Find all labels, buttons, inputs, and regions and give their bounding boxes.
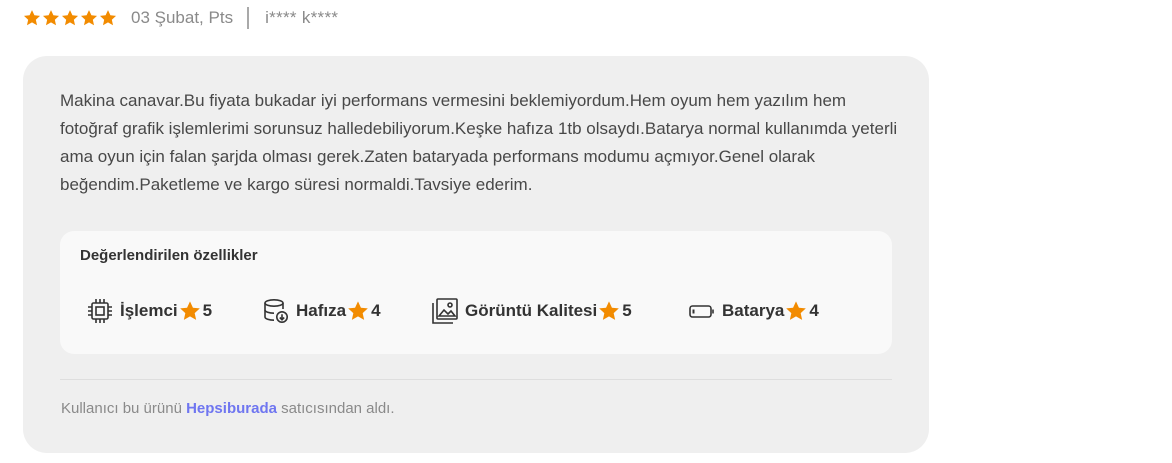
feature-label: Görüntü Kalitesi: [465, 301, 598, 320]
review-card: Makina canavar.Bu fiyata bukadar iyi per…: [23, 56, 929, 453]
feature-score: 5: [202, 301, 213, 320]
star-icon: [348, 301, 368, 320]
rated-features-panel: Değerlendirilen özellikler İşlemci 5 Haf…: [60, 231, 892, 354]
cpu-icon: [88, 299, 112, 323]
rated-features-title: Değerlendirilen özellikler: [80, 247, 258, 264]
feature-score: 4: [371, 301, 381, 320]
star-icon: [42, 10, 60, 26]
seller-link[interactable]: Hepsiburada: [186, 400, 277, 417]
seller-note: Kullanıcı bu ürünü Hepsiburada satıcısın…: [61, 400, 395, 417]
rating-stars: [23, 9, 117, 27]
reviewer-name: i**** k****: [265, 8, 339, 27]
card-divider: [60, 379, 892, 380]
star-icon: [599, 301, 620, 320]
star-icon: [80, 10, 98, 26]
star-icon: [786, 301, 807, 320]
review-text: Makina canavar.Bu fiyata bukadar iyi per…: [60, 91, 898, 194]
feature-display-quality: Görüntü Kalitesi 5: [431, 294, 632, 328]
star-icon: [61, 10, 79, 26]
feature-storage: Hafıza 4: [262, 294, 381, 328]
feature-score: 4: [809, 301, 819, 320]
star-icon: [179, 301, 200, 320]
seller-note-prefix: Kullanıcı bu ürünü: [61, 400, 187, 417]
feature-battery: Batarya 4: [688, 294, 819, 328]
header-divider: [247, 7, 250, 29]
review-date: 03 Şubat, Pts: [131, 8, 234, 27]
storage-icon: [264, 298, 288, 323]
review-header: 03 Şubat, Pts i**** k****: [23, 6, 338, 30]
feature-label: Batarya: [722, 301, 785, 320]
feature-score: 5: [622, 301, 632, 320]
feature-label: Hafıza: [296, 301, 347, 320]
star-icon: [23, 10, 41, 26]
battery-icon: [689, 305, 714, 318]
image-icon: [432, 298, 458, 324]
seller-note-suffix: satıcısından aldı.: [276, 400, 395, 417]
feature-label: İşlemci: [120, 301, 178, 320]
star-icon: [99, 10, 117, 26]
feature-processor: İşlemci 5: [86, 294, 212, 328]
